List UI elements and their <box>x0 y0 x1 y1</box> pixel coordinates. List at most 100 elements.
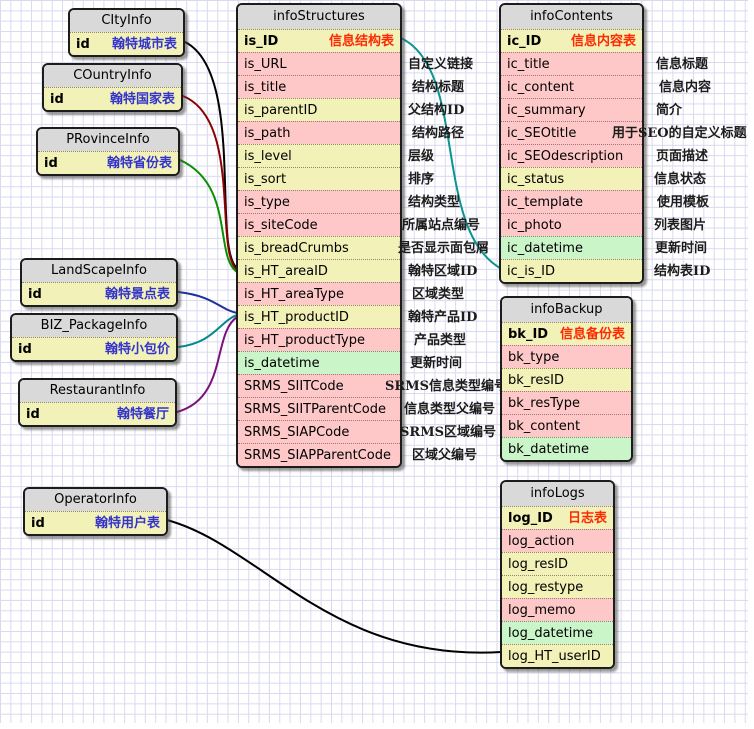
table-row-id[interactable]: id翰特省份表 <box>38 151 178 174</box>
field-name: bk_resType <box>508 392 580 415</box>
table-row-id[interactable]: id翰特景点表 <box>22 282 176 305</box>
table-row-bk_datetime[interactable]: bk_datetime <box>502 437 631 460</box>
table-header-CItyInfo[interactable]: CItyInfo <box>70 10 183 32</box>
table-header-OperatorInfo[interactable]: OperatorInfo <box>25 489 166 511</box>
field-name: log_restype <box>508 576 583 599</box>
field-external-comment: SRMS信息类型编号 <box>385 375 507 398</box>
field-comment: 信息备份表 <box>560 323 625 346</box>
field-name: bk_resID <box>508 369 564 392</box>
field-external-comment: 排序 <box>408 168 434 191</box>
table-row-is_URL[interactable]: is_URL自定义链接 <box>238 52 400 75</box>
table-row-ic_datetime[interactable]: ic_datetime更新时间 <box>501 236 642 259</box>
table-row-is_datetime[interactable]: is_datetime更新时间 <box>238 351 400 374</box>
table-row-SRMS_SIITCode[interactable]: SRMS_SIITCodeSRMS信息类型编号 <box>238 374 400 397</box>
relationship-line-RestaurantInfo.id-to-infoStructures.is_HT_productID[interactable] <box>177 317 237 412</box>
table-PRovinceInfo[interactable]: PRovinceInfoid翰特省份表 <box>36 127 180 176</box>
table-row-ic_SEOdescription[interactable]: ic_SEOdescription页面描述 <box>501 144 642 167</box>
table-row-is_breadCrumbs[interactable]: is_breadCrumbs是否显示面包屑 <box>238 236 400 259</box>
field-external-comment: 翰特区域ID <box>408 260 477 283</box>
table-row-is_title[interactable]: is_title结构标题 <box>238 75 400 98</box>
table-row-is_HT_productType[interactable]: is_HT_productType产品类型 <box>238 328 400 351</box>
table-row-is_path[interactable]: is_path结构路径 <box>238 121 400 144</box>
table-row-bk_resID[interactable]: bk_resID <box>502 368 631 391</box>
table-row-ic_is_ID[interactable]: ic_is_ID结构表ID <box>501 259 642 282</box>
relationship-line-BIZ_PackageInfo.id-to-infoStructures.is_HT_productID[interactable] <box>178 315 237 347</box>
table-row-ic_content[interactable]: ic_content信息内容 <box>501 75 642 98</box>
table-row-is_HT_productID[interactable]: is_HT_productID翰特产品ID <box>238 305 400 328</box>
table-header-BIZ_PackageInfo[interactable]: BIZ_PackageInfo <box>12 315 176 337</box>
table-header-infoLogs[interactable]: infoLogs <box>502 482 613 506</box>
relationship-line-OperatorInfo.id-to-infoLogs.log_HT_userID[interactable] <box>167 520 501 653</box>
table-BIZ_PackageInfo[interactable]: BIZ_PackageInfoid翰特小包价 <box>10 313 178 362</box>
table-header-infoStructures[interactable]: infoStructures <box>238 5 400 29</box>
table-row-id[interactable]: id翰特国家表 <box>44 87 181 110</box>
table-row-is_sort[interactable]: is_sort排序 <box>238 167 400 190</box>
field-comment: 翰特国家表 <box>110 88 175 111</box>
table-row-bk_content[interactable]: bk_content <box>502 414 631 437</box>
table-row-id[interactable]: id翰特小包价 <box>12 337 176 360</box>
field-name: is_HT_areaType <box>244 283 344 306</box>
field-name: ic_content <box>507 76 574 99</box>
field-name: is_HT_productID <box>244 306 349 329</box>
table-row-SRMS_SIAPCode[interactable]: SRMS_SIAPCodeSRMS区域编号 <box>238 420 400 443</box>
table-header-COuntryInfo[interactable]: COuntryInfo <box>44 65 181 87</box>
table-row-ic_summary[interactable]: ic_summary简介 <box>501 98 642 121</box>
table-OperatorInfo[interactable]: OperatorInfoid翰特用户表 <box>23 487 168 536</box>
relationship-line-LandScapeInfo.id-to-infoStructures.is_HT_productID[interactable] <box>178 292 237 313</box>
table-row-is_HT_areaID[interactable]: is_HT_areaID翰特区域ID <box>238 259 400 282</box>
table-CItyInfo[interactable]: CItyInfoid翰特城市表 <box>68 8 185 57</box>
table-row-is_parentID[interactable]: is_parentID父结构ID <box>238 98 400 121</box>
field-external-comment: 用于SEO的自定义标题 <box>612 122 747 145</box>
field-external-comment: 页面描述 <box>656 145 708 168</box>
table-row-SRMS_SIAPParentCode[interactable]: SRMS_SIAPParentCode区域父编号 <box>238 443 400 466</box>
field-name: ic_template <box>507 191 583 214</box>
table-row-SRMS_SIITParentCode[interactable]: SRMS_SIITParentCode信息类型父编号 <box>238 397 400 420</box>
table-row-id[interactable]: id翰特餐厅 <box>20 402 175 425</box>
table-row-log_memo[interactable]: log_memo <box>502 598 613 621</box>
table-header-PRovinceInfo[interactable]: PRovinceInfo <box>38 129 178 151</box>
table-row-log_resID[interactable]: log_resID <box>502 552 613 575</box>
field-external-comment: 结构表ID <box>654 260 710 283</box>
table-infoBackup[interactable]: infoBackupbk_ID信息备份表bk_typebk_resIDbk_re… <box>500 296 633 462</box>
table-RestaurantInfo[interactable]: RestaurantInfoid翰特餐厅 <box>18 378 177 427</box>
table-row-is_level[interactable]: is_level层级 <box>238 144 400 167</box>
table-row-log_datetime[interactable]: log_datetime <box>502 621 613 644</box>
table-infoContents[interactable]: infoContentsic_ID信息内容表ic_title信息标题ic_con… <box>499 3 644 284</box>
table-row-log_action[interactable]: log_action <box>502 529 613 552</box>
table-row-id[interactable]: id翰特用户表 <box>25 511 166 534</box>
table-row-is_siteCode[interactable]: is_siteCode所属站点编号 <box>238 213 400 236</box>
table-row-ic_template[interactable]: ic_template使用模板 <box>501 190 642 213</box>
table-row-log_restype[interactable]: log_restype <box>502 575 613 598</box>
table-infoStructures[interactable]: infoStructuresis_ID信息结构表is_URL自定义链接is_ti… <box>236 3 402 468</box>
table-row-ic_photo[interactable]: ic_photo列表图片 <box>501 213 642 236</box>
table-row-is_HT_areaType[interactable]: is_HT_areaType区域类型 <box>238 282 400 305</box>
relationship-line-CItyInfo.id-to-infoStructures.is_HT_areaID[interactable] <box>185 42 237 268</box>
field-external-comment: 信息内容 <box>659 76 711 99</box>
field-name: ic_SEOdescription <box>507 145 623 168</box>
table-row-ic_status[interactable]: ic_status信息状态 <box>501 167 642 190</box>
table-COuntryInfo[interactable]: COuntryInfoid翰特国家表 <box>42 63 183 112</box>
table-row-bk_ID[interactable]: bk_ID信息备份表 <box>502 322 631 345</box>
field-name: id <box>44 152 58 175</box>
er-diagram-canvas[interactable]: CItyInfoid翰特城市表COuntryInfoid翰特国家表PRovinc… <box>0 0 754 729</box>
relationship-line-PRovinceInfo.id-to-infoStructures.is_HT_areaID[interactable] <box>180 160 237 272</box>
table-row-bk_type[interactable]: bk_type <box>502 345 631 368</box>
table-row-ic_ID[interactable]: ic_ID信息内容表 <box>501 29 642 52</box>
table-row-is_type[interactable]: is_type结构类型 <box>238 190 400 213</box>
field-name: is_path <box>244 122 290 145</box>
table-row-id[interactable]: id翰特城市表 <box>70 32 183 55</box>
table-header-infoContents[interactable]: infoContents <box>501 5 642 29</box>
table-row-is_ID[interactable]: is_ID信息结构表 <box>238 29 400 52</box>
table-infoLogs[interactable]: infoLogslog_ID日志表log_actionlog_resIDlog_… <box>500 480 615 669</box>
table-row-ic_SEOtitle[interactable]: ic_SEOtitle用于SEO的自定义标题 <box>501 121 642 144</box>
table-header-RestaurantInfo[interactable]: RestaurantInfo <box>20 380 175 402</box>
table-header-infoBackup[interactable]: infoBackup <box>502 298 631 322</box>
table-row-ic_title[interactable]: ic_title信息标题 <box>501 52 642 75</box>
table-row-log_ID[interactable]: log_ID日志表 <box>502 506 613 529</box>
field-comment: 翰特餐厅 <box>117 403 169 426</box>
table-row-log_HT_userID[interactable]: log_HT_userID <box>502 644 613 667</box>
table-row-bk_resType[interactable]: bk_resType <box>502 391 631 414</box>
field-external-comment: 结构标题 <box>412 76 464 99</box>
table-LandScapeInfo[interactable]: LandScapeInfoid翰特景点表 <box>20 258 178 307</box>
table-header-LandScapeInfo[interactable]: LandScapeInfo <box>22 260 176 282</box>
